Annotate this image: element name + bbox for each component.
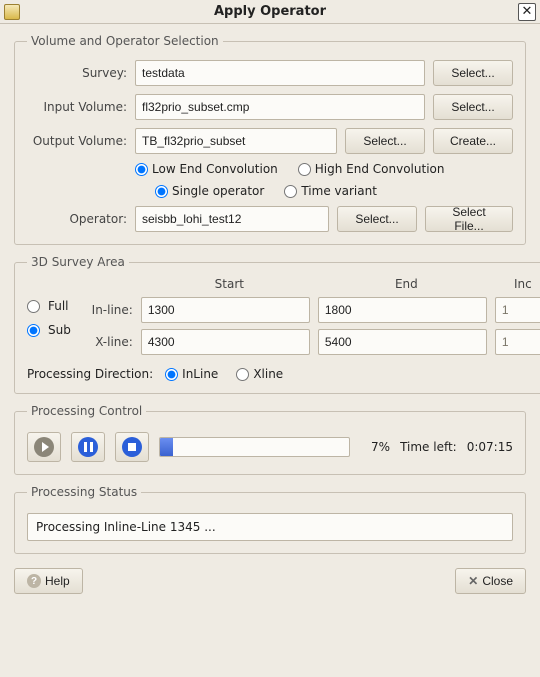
procdir-xline-option[interactable]: Xline	[236, 367, 283, 381]
survey-area-legend: 3D Survey Area	[27, 255, 129, 269]
start-header: Start	[141, 277, 318, 291]
survey-label: Survey:	[27, 66, 127, 80]
inline-inc-input[interactable]	[495, 297, 540, 323]
processing-status-text: Processing Inline-Line 1345 ...	[27, 513, 513, 541]
progress-percent: 7%	[360, 440, 390, 454]
operator-mode-radio-group: Single operator Time variant	[155, 184, 513, 198]
xline-label: X-line:	[85, 335, 133, 349]
low-end-convolution-radio[interactable]	[135, 163, 148, 176]
time-variant-radio[interactable]	[284, 185, 297, 198]
time-variant-option[interactable]: Time variant	[284, 184, 377, 198]
xline-inc-input[interactable]	[495, 329, 540, 355]
titlebar: Apply Operator ✕	[0, 0, 540, 24]
help-icon: ?	[27, 574, 41, 588]
play-icon	[34, 437, 54, 457]
play-button[interactable]	[27, 432, 61, 462]
input-volume-input[interactable]	[135, 94, 425, 120]
sub-radio[interactable]	[27, 324, 40, 337]
close-button[interactable]: ✕ Close	[455, 568, 526, 594]
inline-label: In-line:	[85, 303, 133, 317]
survey-input[interactable]	[135, 60, 425, 86]
progress-bar	[159, 437, 350, 457]
output-volume-create-button[interactable]: Create...	[433, 128, 513, 154]
operator-input[interactable]	[135, 206, 329, 232]
full-radio[interactable]	[27, 300, 40, 313]
survey-select-button[interactable]: Select...	[433, 60, 513, 86]
processing-control-group: Processing Control 7% Time left: 0:07:15	[14, 404, 526, 475]
output-volume-input[interactable]	[135, 128, 337, 154]
operator-label: Operator:	[27, 212, 127, 226]
pause-button[interactable]	[71, 432, 105, 462]
stop-icon	[122, 437, 142, 457]
low-end-convolution-option[interactable]: Low End Convolution	[135, 162, 278, 176]
survey-extent-radio-group: Full Sub	[27, 277, 71, 355]
high-end-convolution-option[interactable]: High End Convolution	[298, 162, 445, 176]
sub-option[interactable]: Sub	[27, 323, 71, 337]
output-volume-label: Output Volume:	[27, 134, 127, 148]
close-icon: ✕	[468, 574, 478, 588]
operator-select-file-button[interactable]: Select File...	[425, 206, 513, 232]
processing-direction-label: Processing Direction:	[27, 367, 153, 381]
volume-operator-legend: Volume and Operator Selection	[27, 34, 223, 48]
single-operator-radio[interactable]	[155, 185, 168, 198]
pause-icon	[78, 437, 98, 457]
output-volume-select-button[interactable]: Select...	[345, 128, 425, 154]
volume-operator-group: Volume and Operator Selection Survey: Se…	[14, 34, 526, 245]
window-title: Apply Operator	[0, 4, 540, 19]
processing-status-group: Processing Status Processing Inline-Line…	[14, 485, 526, 554]
operator-select-button[interactable]: Select...	[337, 206, 417, 232]
survey-area-group: 3D Survey Area Full Sub Start End Inc In…	[14, 255, 540, 394]
inline-start-input[interactable]	[141, 297, 310, 323]
inc-header: Inc	[495, 277, 540, 291]
processing-direction-group: Processing Direction: InLine Xline	[27, 367, 540, 381]
input-volume-select-button[interactable]: Select...	[433, 94, 513, 120]
high-end-convolution-radio[interactable]	[298, 163, 311, 176]
end-header: End	[318, 277, 495, 291]
stop-button[interactable]	[115, 432, 149, 462]
time-left-value: 0:07:15	[467, 440, 513, 454]
xline-end-input[interactable]	[318, 329, 487, 355]
procdir-xline-radio[interactable]	[236, 368, 249, 381]
single-operator-option[interactable]: Single operator	[155, 184, 264, 198]
full-option[interactable]: Full	[27, 299, 71, 313]
processing-status-legend: Processing Status	[27, 485, 141, 499]
time-left-label: Time left:	[400, 440, 457, 454]
help-button[interactable]: ? Help	[14, 568, 83, 594]
inline-end-input[interactable]	[318, 297, 487, 323]
procdir-inline-radio[interactable]	[165, 368, 178, 381]
progress-fill	[160, 438, 173, 456]
procdir-inline-option[interactable]: InLine	[165, 367, 218, 381]
processing-control-legend: Processing Control	[27, 404, 146, 418]
xline-start-input[interactable]	[141, 329, 310, 355]
input-volume-label: Input Volume:	[27, 100, 127, 114]
convolution-radio-group: Low End Convolution High End Convolution	[135, 162, 513, 176]
